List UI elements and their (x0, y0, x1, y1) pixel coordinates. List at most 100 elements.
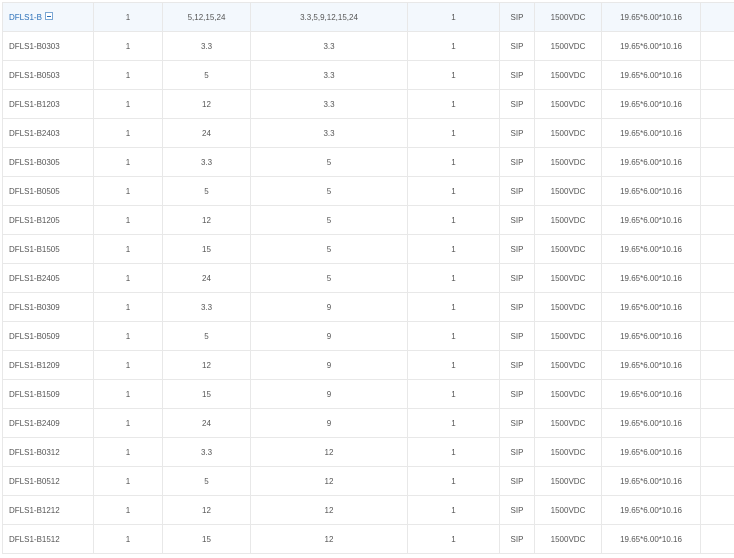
table-row[interactable]: DFLS1-B2403 1 24 3.3 1 SIP 1500VDC 19.65*6.00*1… (2, 118, 734, 148)
output-count-cell: 1 (407, 31, 500, 61)
size-cell: 19.65*6.00*10.16 (601, 118, 701, 148)
table-row[interactable]: DFLS1-B0303 1 3.3 3.3 1 SIP 1500VDC 19.65*6.00*… (2, 31, 734, 61)
output-count-cell: 1 (407, 2, 500, 32)
table-row[interactable]: DFLS1-B1509 1 15 9 1 SIP 1500VDC 19.65*6.00*10.… (2, 379, 734, 409)
output-voltage-cell: 3.3,5,9,12,15,24 (250, 2, 408, 32)
collapse-toggle-icon[interactable] (44, 12, 53, 21)
power-cell: 1 (93, 234, 163, 264)
isolation-cell: 1500VDC (534, 234, 602, 264)
size-cell: 19.65*6.00*10.16 (601, 292, 701, 322)
output-voltage-cell: 9 (250, 408, 408, 438)
table-row[interactable]: DFLS1-B2405 1 24 5 1 SIP 1500VDC 19.65*6.00*10.… (2, 263, 734, 293)
output-voltage-cell: 9 (250, 350, 408, 380)
size-cell: 19.65*6.00*10.16 (601, 60, 701, 90)
isolation-cell: 1500VDC (534, 379, 602, 409)
package-cell: SIP (499, 118, 535, 148)
power-cell: 1 (93, 31, 163, 61)
size-cell: 19.65*6.00*10.16 (601, 466, 701, 496)
extra-cell (700, 495, 734, 525)
model-cell: DFLS1-B0512 (2, 466, 94, 496)
table-row[interactable]: DFLS1-B0509 1 5 9 1 SIP 1500VDC 19.65*6.00*10.1… (2, 321, 734, 351)
package-cell: SIP (499, 31, 535, 61)
input-voltage-cell: 12 (162, 89, 251, 119)
power-cell: 1 (93, 495, 163, 525)
size-cell: 19.65*6.00*10.16 (601, 495, 701, 525)
table-row[interactable]: DFLS1-B1512 1 15 12 1 SIP 1500VDC 19.65*6.00*10… (2, 524, 734, 554)
table-row[interactable]: DFLS1-B1203 1 12 3.3 1 SIP 1500VDC 19.65*6.00*1… (2, 89, 734, 119)
table-row[interactable]: DFLS1-B1209 1 12 9 1 SIP 1500VDC 19.65*6.00*10.… (2, 350, 734, 380)
isolation-cell: 1500VDC (534, 466, 602, 496)
output-voltage-cell: 12 (250, 466, 408, 496)
extra-cell (700, 437, 734, 467)
size-cell: 19.65*6.00*10.16 (601, 2, 701, 32)
model-cell: DFLS1-B2405 (2, 263, 94, 293)
isolation-cell: 1500VDC (534, 147, 602, 177)
package-cell: SIP (499, 2, 535, 32)
power-cell: 1 (93, 118, 163, 148)
size-cell: 19.65*6.00*10.16 (601, 147, 701, 177)
power-cell: 1 (93, 205, 163, 235)
output-voltage-cell: 12 (250, 524, 408, 554)
output-voltage-cell: 5 (250, 176, 408, 206)
input-voltage-cell: 3.3 (162, 31, 251, 61)
output-count-cell: 1 (407, 466, 500, 496)
extra-cell (700, 118, 734, 148)
power-cell: 1 (93, 524, 163, 554)
table-row[interactable]: DFLS1-B2409 1 24 9 1 SIP 1500VDC 19.65*6.00*10.… (2, 408, 734, 438)
input-voltage-cell: 12 (162, 495, 251, 525)
table-row[interactable]: DFLS1-B0512 1 5 12 1 SIP 1500VDC 19.65*6.00*10.… (2, 466, 734, 496)
output-voltage-cell: 3.3 (250, 31, 408, 61)
size-cell: 19.65*6.00*10.16 (601, 205, 701, 235)
size-cell: 19.65*6.00*10.16 (601, 321, 701, 351)
model-cell: DFLS1-B2409 (2, 408, 94, 438)
power-cell: 1 (93, 292, 163, 322)
output-count-cell: 1 (407, 205, 500, 235)
table-row[interactable]: DFLS1-B0505 1 5 5 1 SIP 1500VDC 19.65*6.00*10.1… (2, 176, 734, 206)
extra-cell (700, 176, 734, 206)
output-voltage-cell: 3.3 (250, 60, 408, 90)
model-name[interactable]: DFLS1-B (9, 13, 42, 22)
table-row[interactable]: DFLS1-B1212 1 12 12 1 SIP 1500VDC 19.65*6.00*10… (2, 495, 734, 525)
model-cell: DFLS1-B1203 (2, 89, 94, 119)
isolation-cell: 1500VDC (534, 321, 602, 351)
table-row[interactable]: DFLS1-B0312 1 3.3 12 1 SIP 1500VDC 19.65*6.00*1… (2, 437, 734, 467)
output-count-cell: 1 (407, 408, 500, 438)
product-group-row[interactable]: DFLS1-B 1 5,12,15,24 3.3,5,9,12,15,24 1 … (2, 2, 734, 32)
table-row[interactable]: DFLS1-B1505 1 15 5 1 SIP 1500VDC 19.65*6.00*10.… (2, 234, 734, 264)
power-cell: 1 (93, 176, 163, 206)
input-voltage-cell: 15 (162, 234, 251, 264)
power-cell: 1 (93, 2, 163, 32)
output-voltage-cell: 5 (250, 147, 408, 177)
output-voltage-cell: 5 (250, 234, 408, 264)
input-voltage-cell: 3.3 (162, 292, 251, 322)
input-voltage-cell: 24 (162, 118, 251, 148)
table-row[interactable]: DFLS1-B0309 1 3.3 9 1 SIP 1500VDC 19.65*6.00*10… (2, 292, 734, 322)
table-row[interactable]: DFLS1-B1205 1 12 5 1 SIP 1500VDC 19.65*6.00*10.… (2, 205, 734, 235)
output-count-cell: 1 (407, 234, 500, 264)
isolation-cell: 1500VDC (534, 89, 602, 119)
model-cell[interactable]: DFLS1-B (2, 2, 94, 32)
package-cell: SIP (499, 292, 535, 322)
model-cell: DFLS1-B1212 (2, 495, 94, 525)
model-cell: DFLS1-B2403 (2, 118, 94, 148)
isolation-cell: 1500VDC (534, 408, 602, 438)
input-voltage-cell: 24 (162, 408, 251, 438)
extra-cell (700, 147, 734, 177)
package-cell: SIP (499, 89, 535, 119)
model-cell: DFLS1-B0309 (2, 292, 94, 322)
isolation-cell: 1500VDC (534, 350, 602, 380)
extra-cell (700, 524, 734, 554)
power-cell: 1 (93, 408, 163, 438)
package-cell: SIP (499, 321, 535, 351)
table-row[interactable]: DFLS1-B0305 1 3.3 5 1 SIP 1500VDC 19.65*6.00*10… (2, 147, 734, 177)
table-row[interactable]: DFLS1-B0503 1 5 3.3 1 SIP 1500VDC 19.65*6.00*10… (2, 60, 734, 90)
extra-cell (700, 89, 734, 119)
extra-cell (700, 466, 734, 496)
output-voltage-cell: 9 (250, 379, 408, 409)
extra-cell (700, 31, 734, 61)
output-voltage-cell: 3.3 (250, 89, 408, 119)
power-cell: 1 (93, 379, 163, 409)
package-cell: SIP (499, 437, 535, 467)
model-cell: DFLS1-B0509 (2, 321, 94, 351)
product-table-container: DFLS1-B 1 5,12,15,24 3.3,5,9,12,15,24 1 … (2, 2, 734, 554)
